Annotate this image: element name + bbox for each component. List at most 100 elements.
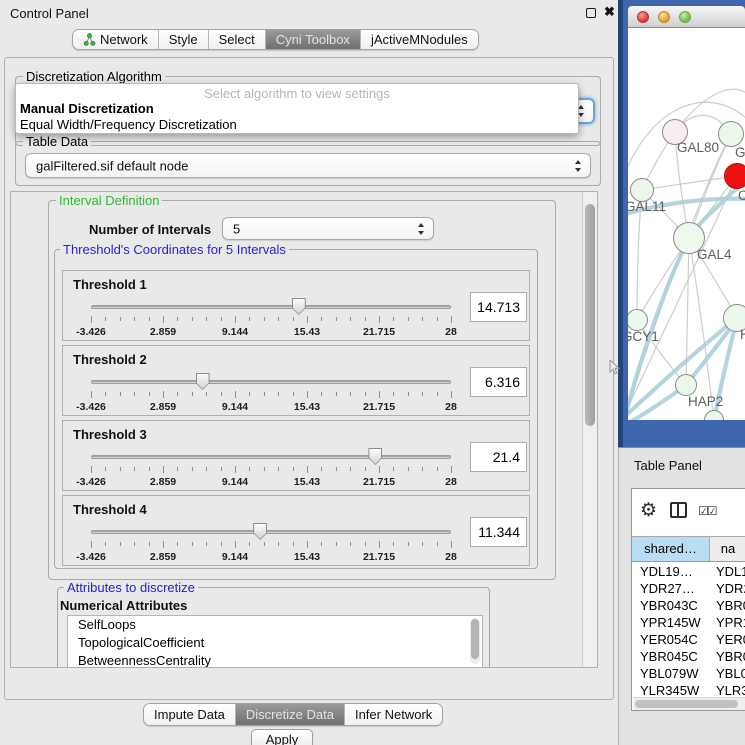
close-window-icon[interactable]: ✖ (604, 4, 615, 20)
number-of-intervals-combobox[interactable]: 5 (222, 217, 434, 240)
table-row[interactable]: YBR043CYBR0 (632, 597, 745, 614)
tab-select[interactable]: Select (209, 30, 266, 49)
checkboxes-icon[interactable]: ☑☑ (698, 504, 716, 518)
slider-tick-label: 28 (445, 401, 457, 413)
threshold-4-slider[interactable]: -3.4262.8599.14415.4321.71528 (91, 522, 451, 564)
threshold-4-value-field[interactable]: 11.344 (470, 517, 527, 547)
table-row[interactable]: YPR145WYPR1 (632, 614, 745, 631)
tab-network[interactable]: Network (73, 30, 159, 49)
slider-tick-label: 15.43 (294, 476, 320, 488)
list-scrollbar[interactable] (470, 618, 480, 664)
slider-tick (422, 317, 423, 321)
slider-tick-label: -3.426 (76, 326, 106, 338)
table-row[interactable]: YDL19…YDL1 (632, 563, 745, 580)
network-node-label: HAP2 (688, 394, 723, 409)
slider-tick-label: 21.715 (363, 551, 395, 563)
slider-tick (278, 467, 279, 471)
threshold-label: Threshold 2 (73, 352, 147, 367)
slider-tick (321, 467, 322, 471)
network-node-label: GCY1 (628, 329, 659, 344)
viewport-scrollbar-track[interactable] (582, 192, 597, 667)
tab-style[interactable]: Style (159, 30, 209, 49)
threshold-3-value-field[interactable]: 21.4 (470, 442, 527, 472)
slider-tick (235, 466, 236, 473)
dropdown-placeholder: Select algorithm to view settings (16, 86, 578, 101)
minimize-traffic-light-icon[interactable] (658, 11, 670, 23)
tab-jactivemnodules[interactable]: jActiveMNodules (361, 30, 478, 49)
network-canvas[interactable]: GAL80GACGAL11GAL4GCY1HHAP2 (628, 28, 745, 420)
slider-tick (221, 392, 222, 396)
combo-arrows-icon (418, 223, 425, 235)
slider-tick (408, 392, 409, 396)
column-header-name[interactable]: na (710, 537, 745, 561)
tab-impute-data[interactable]: Impute Data (144, 704, 236, 725)
threshold-1-slider[interactable]: -3.4262.8599.14415.4321.71528 (91, 297, 451, 339)
table-row[interactable]: YER054CYER0 (632, 631, 745, 648)
slider-tick-label: -3.426 (76, 476, 106, 488)
slider-ticks (91, 466, 451, 474)
table-row[interactable]: YBR045CYBR0 (632, 648, 745, 665)
slider-tick (379, 466, 380, 473)
slider-tick (408, 467, 409, 471)
slider-tick (105, 392, 106, 396)
slider-tick (206, 317, 207, 321)
network-node[interactable] (675, 374, 697, 396)
network-node-label: H (740, 327, 745, 342)
gear-icon[interactable]: ⚙ (640, 499, 657, 522)
close-traffic-light-icon[interactable] (637, 11, 649, 23)
slider-thumb[interactable] (368, 448, 382, 465)
zoom-traffic-light-icon[interactable] (679, 11, 691, 23)
slider-thumb[interactable] (196, 373, 210, 390)
slider-track[interactable] (91, 305, 451, 309)
slider-tick-labels: -3.4262.8599.14415.4321.71528 (91, 551, 451, 563)
tab-discretize-data[interactable]: Discretize Data (236, 704, 345, 725)
slider-tick (293, 542, 294, 546)
slider-thumb[interactable] (292, 298, 306, 315)
slider-tick (134, 392, 135, 396)
slider-track[interactable] (91, 380, 451, 384)
slider-tick (177, 317, 178, 321)
threshold-3-slider[interactable]: -3.4262.8599.14415.4321.71528 (91, 447, 451, 489)
attribute-item[interactable]: SelfLoops (68, 616, 482, 634)
threshold-2-slider[interactable]: -3.4262.8599.14415.4321.71528 (91, 372, 451, 414)
slider-tick (278, 317, 279, 321)
tab-cyni-toolbox[interactable]: Cyni Toolbox (266, 30, 361, 49)
table-hscrollbar[interactable] (633, 697, 745, 710)
threshold-2-value-field[interactable]: 6.316 (470, 367, 527, 397)
attribute-item[interactable]: BetweennessCentrality (68, 652, 482, 668)
table-data-selected: galFiltered.sif default node (36, 158, 188, 173)
tab-label: Select (219, 32, 255, 47)
viewport-scrollbar-thumb[interactable] (585, 204, 595, 426)
slider-track[interactable] (91, 530, 451, 534)
tab-infer-network[interactable]: Infer Network (345, 704, 442, 725)
numerical-attributes-label: Numerical Attributes (60, 598, 187, 613)
table-row[interactable]: YBL079WYBL0 (632, 665, 745, 682)
table-row[interactable]: YDR27…YDR2 (632, 580, 745, 597)
slider-thumb[interactable] (253, 523, 267, 540)
slider-tick (451, 541, 452, 548)
slider-tick (422, 542, 423, 546)
slider-tick-labels: -3.4262.8599.14415.4321.71528 (91, 476, 451, 488)
apply-button[interactable]: Apply (251, 729, 313, 745)
slider-track[interactable] (91, 455, 451, 459)
table-cell: YBR045C (632, 648, 710, 665)
slider-tick (120, 392, 121, 396)
dropdown-item-manual[interactable]: Manual Discretization (16, 101, 578, 117)
threshold-1-value-field[interactable]: 14.713 (470, 292, 527, 322)
threshold-panel-1: Threshold 1 -3.4262.8599.14415.4321.7152… (62, 270, 530, 341)
float-window-icon[interactable] (586, 8, 596, 18)
slider-tick (365, 392, 366, 396)
network-node[interactable] (718, 121, 744, 147)
network-titlebar[interactable] (628, 6, 745, 28)
dropdown-item-equal-width[interactable]: Equal Width/Frequency Discretization (16, 117, 578, 133)
column-header-shared[interactable]: shared… (632, 537, 710, 561)
slider-tick (192, 392, 193, 396)
control-panel-window: Control Panel ✖ Network Style Select Cyn… (0, 0, 618, 745)
columns-icon[interactable] (670, 502, 687, 518)
slider-tick (307, 391, 308, 398)
attribute-item[interactable]: TopologicalCoefficient (68, 634, 482, 652)
table-row[interactable]: YLR345WYLR3 (632, 682, 745, 696)
table-data-combobox[interactable]: galFiltered.sif default node (25, 153, 591, 178)
numerical-attributes-list[interactable]: SelfLoopsTopologicalCoefficientBetweenne… (67, 615, 483, 668)
network-node[interactable] (724, 163, 745, 189)
